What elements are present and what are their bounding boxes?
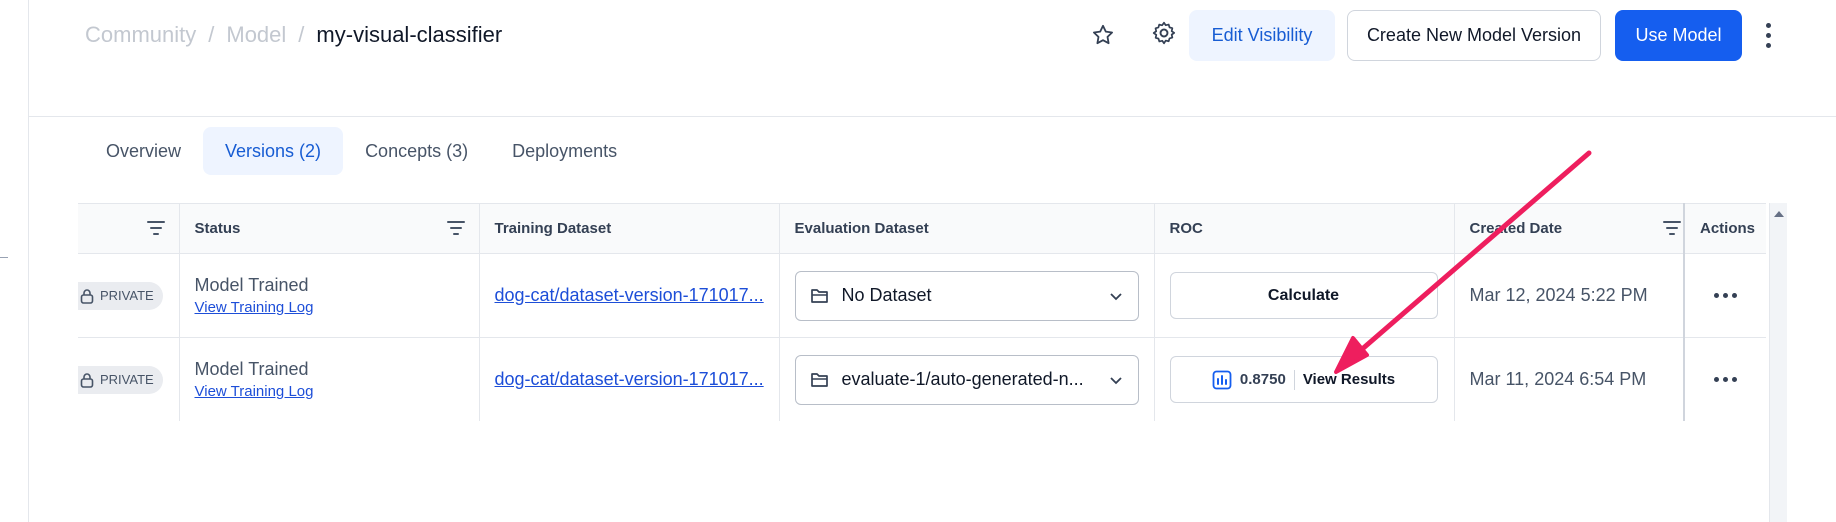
breadcrumb-community[interactable]: Community — [85, 22, 196, 48]
training-dataset-cell: dog-cat/dataset-version-171017... — [479, 253, 780, 338]
evaluation-dataset-cell: No Dataset — [779, 253, 1155, 338]
training-dataset-cell: dog-cat/dataset-version-171017... — [479, 337, 780, 421]
actions-cell — [1683, 253, 1766, 338]
chevron-down-icon — [1109, 292, 1122, 300]
column-header-roc: ROC — [1154, 203, 1455, 254]
roc-value: 0.8750 — [1239, 371, 1286, 388]
table-row: PRIVATE Model Trained View Training Log … — [78, 253, 1766, 338]
table-header-row: Status Training Dataset Evaluation Datas… — [78, 203, 1766, 254]
evaluation-dataset-cell: evaluate-1/auto-generated-n... — [779, 337, 1155, 421]
status-text: Model Trained — [194, 358, 309, 379]
tab-overview[interactable]: Overview — [84, 127, 203, 175]
filter-icon[interactable] — [146, 220, 165, 236]
column-header-visibility — [78, 203, 180, 254]
column-header-created-date: Created Date — [1454, 203, 1685, 254]
column-header-training-dataset: Training Dataset — [479, 203, 780, 254]
training-dataset-link[interactable]: dog-cat/dataset-version-171017... — [495, 369, 764, 389]
status-cell: Model Trained View Training Log — [179, 253, 480, 338]
evaluation-dataset-select[interactable]: evaluate-1/auto-generated-n... — [794, 354, 1139, 405]
breadcrumb: Community / Model / my-visual-classifier — [85, 22, 502, 48]
column-header-actions: Actions — [1683, 203, 1766, 254]
created-date-cell: Mar 12, 2024 5:22 PM — [1454, 253, 1685, 338]
breadcrumb-separator: / — [298, 22, 305, 47]
lock-icon — [80, 288, 94, 304]
status-badge: PRIVATE — [78, 365, 163, 394]
page: Community / Model / my-visual-classifier… — [0, 0, 1836, 522]
gear-icon[interactable] — [1147, 16, 1181, 50]
view-results-link[interactable]: View Results — [1303, 371, 1395, 388]
created-date: Mar 11, 2024 6:54 PM — [1469, 369, 1647, 389]
created-date: Mar 12, 2024 5:22 PM — [1469, 285, 1648, 305]
table-row: PRIVATE Model Trained View Training Log … — [78, 337, 1766, 421]
visibility-cell: PRIVATE — [78, 337, 180, 421]
filter-icon[interactable] — [1663, 220, 1681, 236]
bar-chart-icon — [1212, 370, 1232, 389]
divider — [1293, 369, 1295, 390]
breadcrumb-separator: / — [208, 22, 215, 47]
kebab-menu-icon[interactable] — [1760, 20, 1776, 50]
page-title: my-visual-classifier — [316, 22, 503, 47]
versions-table: Status Training Dataset Evaluation Datas… — [78, 203, 1766, 421]
chevron-down-icon — [1109, 376, 1122, 384]
roc-results-button[interactable]: 0.8750 View Results — [1169, 356, 1438, 403]
row-actions-icon[interactable] — [1685, 377, 1766, 382]
roc-cell: Calculate — [1154, 253, 1455, 338]
use-model-button[interactable]: Use Model — [1615, 10, 1742, 61]
created-date-cell: Mar 11, 2024 6:54 PM — [1454, 337, 1685, 421]
tab-bar: Overview Versions (2) Concepts (3) Deplo… — [84, 127, 639, 175]
tab-concepts[interactable]: Concepts (3) — [343, 127, 490, 175]
left-rail — [0, 0, 29, 522]
column-header-status: Status — [179, 203, 480, 254]
visibility-cell: PRIVATE — [78, 253, 180, 338]
create-new-model-version-button[interactable]: Create New Model Version — [1347, 10, 1601, 61]
table-scrollbar[interactable] — [1769, 203, 1787, 522]
star-icon[interactable] — [1086, 18, 1120, 52]
roc-cell: 0.8750 View Results — [1154, 337, 1455, 421]
column-header-evaluation-dataset: Evaluation Dataset — [779, 203, 1155, 254]
status-badge: PRIVATE — [78, 281, 163, 310]
folder-icon — [810, 372, 828, 387]
lock-icon — [80, 372, 94, 388]
row-actions-icon[interactable] — [1685, 293, 1766, 298]
view-training-log-link[interactable]: View Training Log — [195, 299, 314, 316]
edit-visibility-button[interactable]: Edit Visibility — [1189, 10, 1335, 61]
training-dataset-link[interactable]: dog-cat/dataset-version-171017... — [495, 285, 764, 305]
breadcrumb-model[interactable]: Model — [226, 22, 286, 48]
tab-versions[interactable]: Versions (2) — [203, 127, 344, 175]
filter-icon[interactable] — [446, 220, 465, 236]
calculate-roc-button[interactable]: Calculate — [1169, 272, 1438, 319]
status-text: Model Trained — [194, 274, 309, 295]
view-training-log-link[interactable]: View Training Log — [195, 383, 314, 400]
evaluation-dataset-select[interactable]: No Dataset — [794, 270, 1139, 321]
folder-icon — [810, 288, 828, 303]
tab-deployments[interactable]: Deployments — [490, 127, 639, 175]
page-header: Community / Model / my-visual-classifier… — [29, 0, 1836, 117]
actions-cell — [1683, 337, 1766, 421]
status-cell: Model Trained View Training Log — [179, 337, 480, 421]
